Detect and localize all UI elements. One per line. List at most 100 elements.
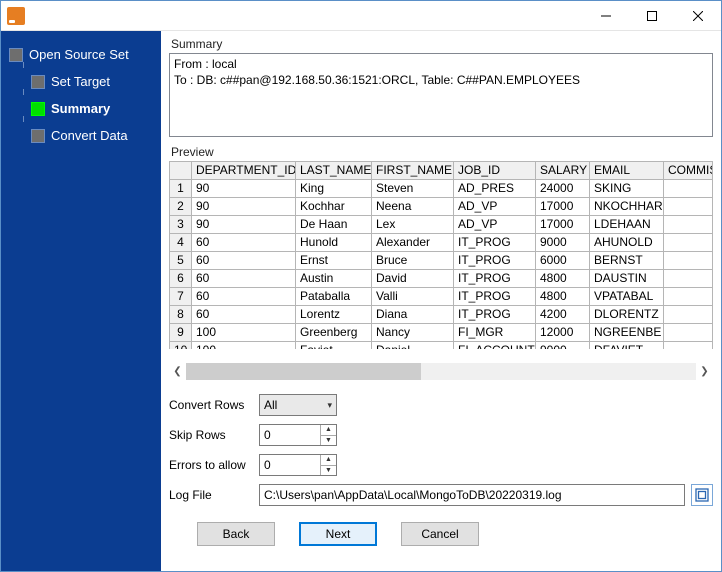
skip-rows-stepper[interactable]: 0 ▲ ▼ — [259, 424, 337, 446]
sidebar-item-label: Summary — [51, 101, 110, 116]
table-cell: Valli — [372, 288, 454, 306]
errors-allow-stepper[interactable]: 0 ▲ ▼ — [259, 454, 337, 476]
table-cell: VPATABAL — [590, 288, 664, 306]
table-cell: 17000 — [536, 198, 590, 216]
summary-to-line: To : DB: c##pan@192.168.50.36:1521:ORCL,… — [174, 72, 708, 88]
table-cell: 4800 — [536, 288, 590, 306]
table-cell: 60 — [192, 252, 296, 270]
step-icon-active — [31, 102, 45, 116]
next-button[interactable]: Next — [299, 522, 377, 546]
column-header[interactable]: EMAIL — [590, 162, 664, 180]
sidebar-item-open-source-set[interactable]: Open Source Set — [1, 41, 161, 68]
table-row[interactable]: 9100GreenbergNancyFI_MGR12000NGREENBE — [170, 324, 713, 342]
step-up-icon[interactable]: ▲ — [321, 425, 336, 436]
table-cell: Hunold — [296, 234, 372, 252]
sidebar-item-convert-data[interactable]: Convert Data — [1, 122, 161, 149]
scroll-thumb[interactable] — [186, 363, 421, 380]
table-cell: 90 — [192, 198, 296, 216]
table-cell: Ernst — [296, 252, 372, 270]
table-cell: Pataballa — [296, 288, 372, 306]
table-row[interactable]: 290KochharNeenaAD_VP17000NKOCHHAR — [170, 198, 713, 216]
back-button-label: Back — [223, 527, 250, 541]
row-number-header — [170, 162, 192, 180]
column-header[interactable]: COMMIS — [664, 162, 713, 180]
table-cell: Nancy — [372, 324, 454, 342]
column-header[interactable]: LAST_NAME — [296, 162, 372, 180]
close-button[interactable] — [675, 1, 721, 30]
horizontal-scrollbar[interactable]: ❮ ❯ — [169, 363, 713, 380]
preview-table[interactable]: DEPARTMENT_ID LAST_NAME FIRST_NAME JOB_I… — [169, 161, 713, 349]
table-cell: AD_PRES — [454, 180, 536, 198]
scroll-right-icon[interactable]: ❯ — [696, 363, 713, 380]
summary-from-line: From : local — [174, 56, 708, 72]
table-cell: FI_MGR — [454, 324, 536, 342]
minimize-button[interactable] — [583, 1, 629, 30]
table-cell: 12000 — [536, 324, 590, 342]
step-down-icon[interactable]: ▼ — [321, 436, 336, 446]
wizard-sidebar: Open Source Set Set Target Summary Conve… — [1, 31, 161, 571]
table-cell: 60 — [192, 234, 296, 252]
row-number-cell: 6 — [170, 270, 192, 288]
skip-rows-value: 0 — [264, 428, 320, 442]
table-cell: Bruce — [372, 252, 454, 270]
column-header[interactable]: JOB_ID — [454, 162, 536, 180]
step-up-icon[interactable]: ▲ — [321, 455, 336, 466]
table-row[interactable]: 560ErnstBruceIT_PROG6000BERNST — [170, 252, 713, 270]
table-cell — [664, 270, 713, 288]
step-icon — [9, 48, 23, 62]
table-row[interactable]: 760PataballaValliIT_PROG4800VPATABAL — [170, 288, 713, 306]
table-row[interactable]: 10100FavietDanielFI_ACCOUNT9000DFAVIET — [170, 342, 713, 350]
table-row[interactable]: 660AustinDavidIT_PROG4800DAUSTIN — [170, 270, 713, 288]
table-cell: IT_PROG — [454, 234, 536, 252]
maximize-button[interactable] — [629, 1, 675, 30]
step-down-icon[interactable]: ▼ — [321, 466, 336, 476]
table-cell — [664, 288, 713, 306]
preview-section-label: Preview — [171, 145, 713, 159]
app-window: Open Source Set Set Target Summary Conve… — [0, 0, 722, 572]
column-header[interactable]: DEPARTMENT_ID — [192, 162, 296, 180]
table-row[interactable]: 390De HaanLexAD_VP17000LDEHAAN — [170, 216, 713, 234]
errors-allow-value: 0 — [264, 458, 320, 472]
row-number-cell: 4 — [170, 234, 192, 252]
table-cell: 60 — [192, 288, 296, 306]
row-number-cell: 8 — [170, 306, 192, 324]
sidebar-item-label: Set Target — [51, 74, 110, 89]
back-button[interactable]: Back — [197, 522, 275, 546]
table-row[interactable]: 190KingStevenAD_PRES24000SKING — [170, 180, 713, 198]
summary-textarea[interactable]: From : local To : DB: c##pan@192.168.50.… — [169, 53, 713, 137]
table-cell: De Haan — [296, 216, 372, 234]
table-cell: FI_ACCOUNT — [454, 342, 536, 350]
browse-log-file-button[interactable] — [691, 484, 713, 506]
table-cell: 9000 — [536, 234, 590, 252]
table-cell: DLORENTZ — [590, 306, 664, 324]
log-file-field[interactable]: C:\Users\pan\AppData\Local\MongoToDB\202… — [259, 484, 685, 506]
column-header[interactable]: SALARY — [536, 162, 590, 180]
column-header[interactable]: FIRST_NAME — [372, 162, 454, 180]
wizard-footer: Back Next Cancel — [169, 514, 713, 550]
table-cell — [664, 306, 713, 324]
chevron-down-icon: ▾ — [327, 400, 332, 411]
convert-rows-select[interactable]: All ▾ — [259, 394, 337, 416]
table-cell: 24000 — [536, 180, 590, 198]
table-cell: 60 — [192, 270, 296, 288]
scroll-track[interactable] — [186, 363, 696, 380]
table-cell — [664, 198, 713, 216]
table-row[interactable]: 860LorentzDianaIT_PROG4200DLORENTZ — [170, 306, 713, 324]
table-cell — [664, 324, 713, 342]
log-file-value: C:\Users\pan\AppData\Local\MongoToDB\202… — [264, 488, 562, 502]
scroll-left-icon[interactable]: ❮ — [169, 363, 186, 380]
window-controls — [583, 1, 721, 30]
row-number-cell: 1 — [170, 180, 192, 198]
table-cell: Lex — [372, 216, 454, 234]
table-cell: 4200 — [536, 306, 590, 324]
table-cell: 90 — [192, 180, 296, 198]
table-cell: Neena — [372, 198, 454, 216]
table-cell — [664, 216, 713, 234]
table-row[interactable]: 460HunoldAlexanderIT_PROG9000AHUNOLD — [170, 234, 713, 252]
sidebar-item-summary[interactable]: Summary — [1, 95, 161, 122]
sidebar-item-set-target[interactable]: Set Target — [1, 68, 161, 95]
table-header-row: DEPARTMENT_ID LAST_NAME FIRST_NAME JOB_I… — [170, 162, 713, 180]
table-cell: AHUNOLD — [590, 234, 664, 252]
table-cell: Daniel — [372, 342, 454, 350]
cancel-button[interactable]: Cancel — [401, 522, 479, 546]
